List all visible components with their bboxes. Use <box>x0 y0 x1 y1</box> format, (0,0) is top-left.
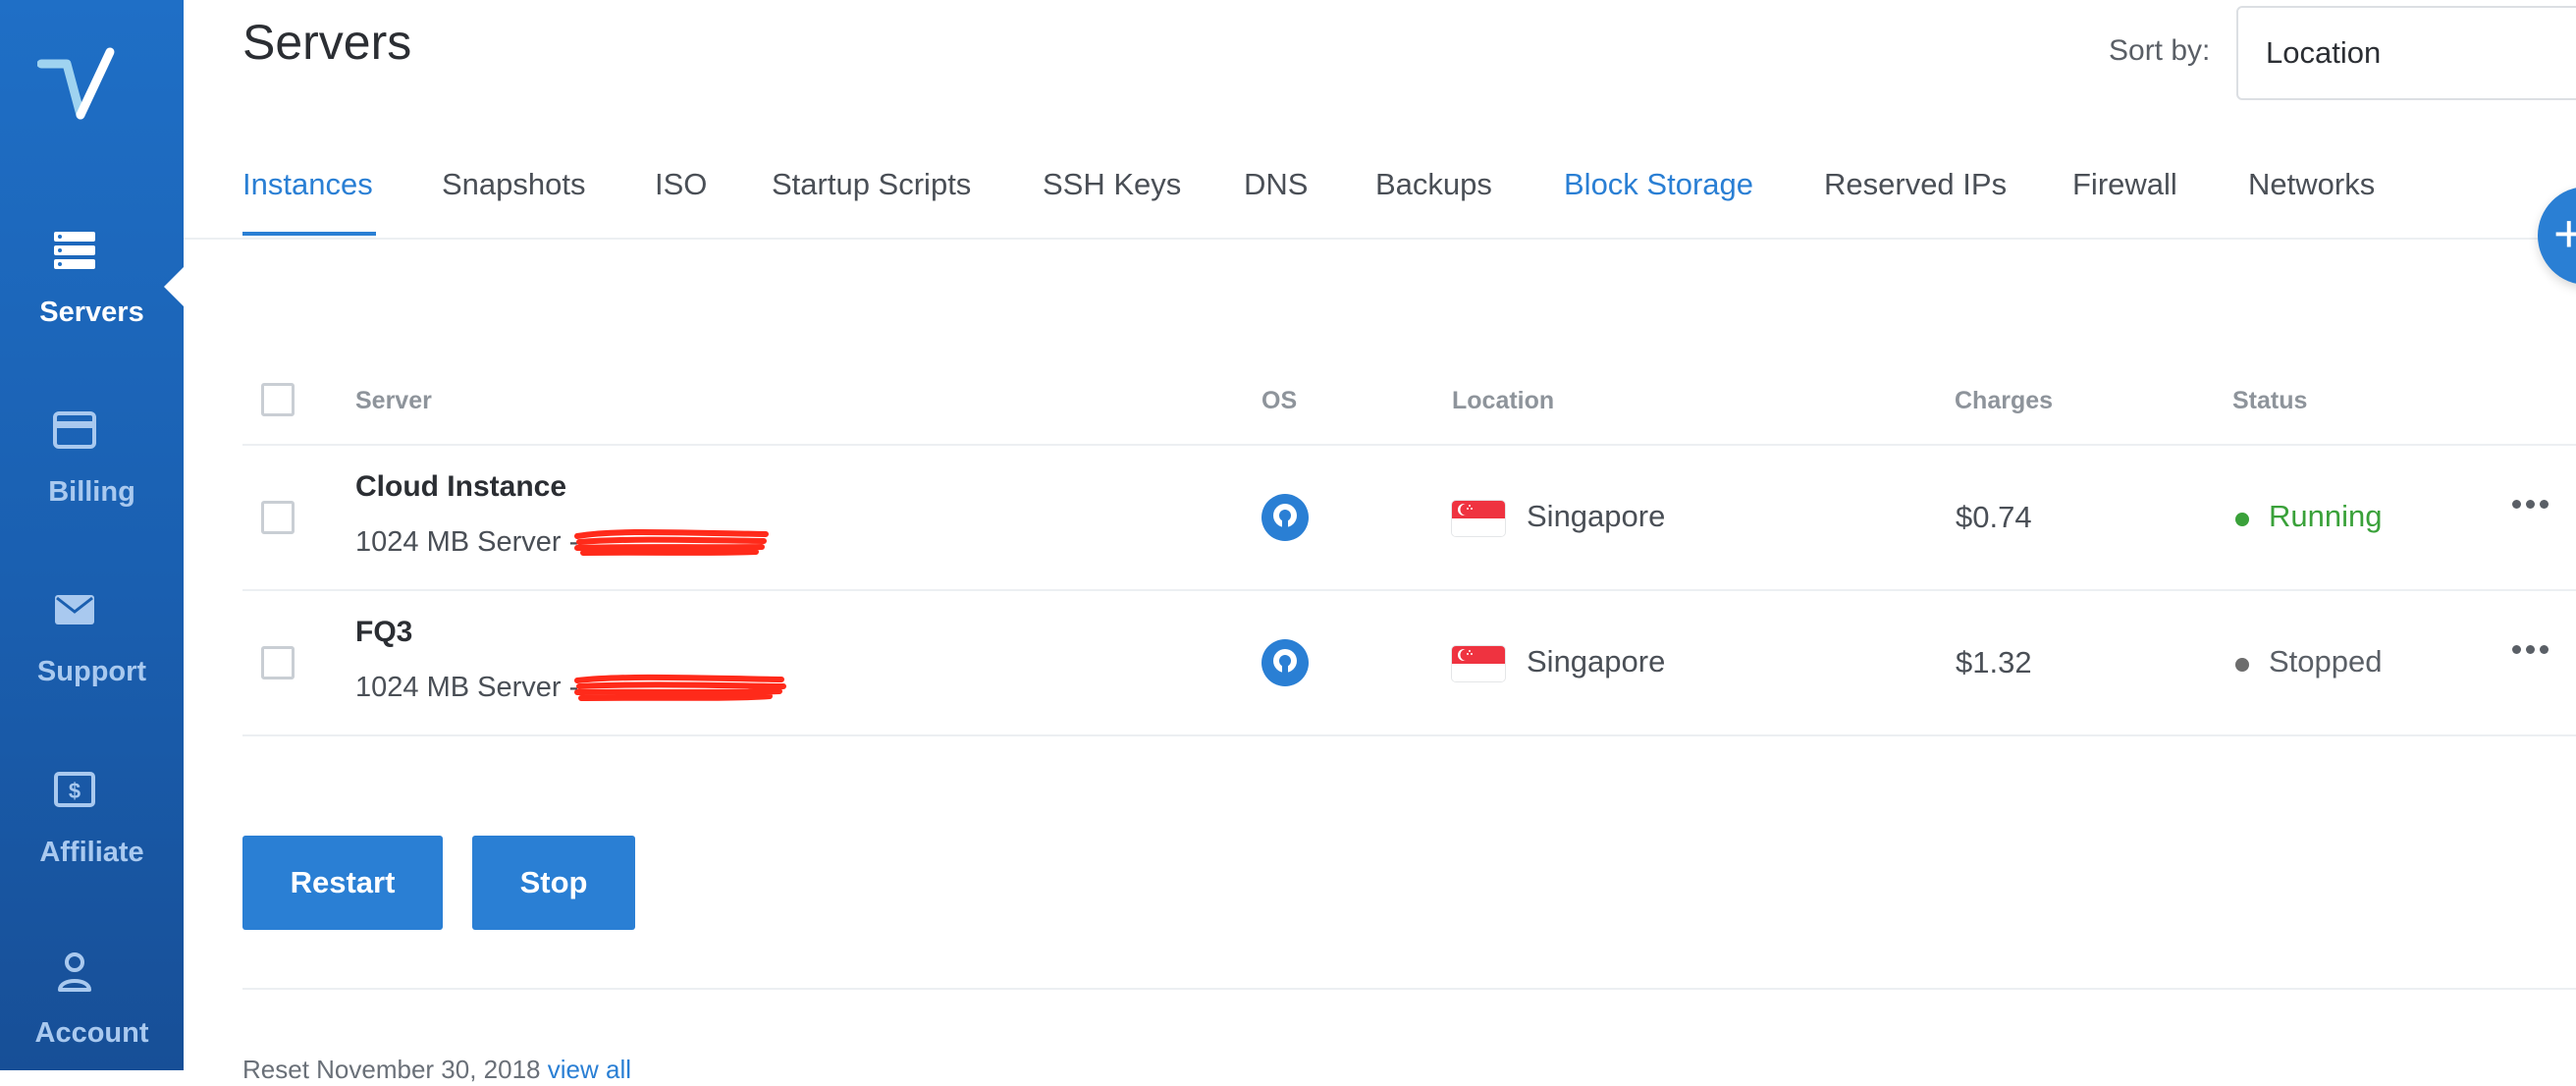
tab-instances[interactable]: Instances <box>242 167 373 202</box>
sidebar-item-label: Account <box>34 1017 149 1049</box>
charges-value: $0.74 <box>1956 500 2032 534</box>
tab-backups[interactable]: Backups <box>1375 167 1492 202</box>
singapore-flag-icon <box>1452 646 1505 681</box>
server-name[interactable]: FQ3 <box>355 616 412 649</box>
active-nav-caret <box>164 267 184 306</box>
page-title: Servers <box>242 15 412 70</box>
sidebar-item-affiliate[interactable]: $ Affiliate <box>0 768 184 905</box>
more-options-button[interactable] <box>2506 630 2555 670</box>
active-tab-underline <box>242 232 376 236</box>
server-description: 1024 MB Server - <box>355 672 579 703</box>
sidebar-item-servers[interactable]: Servers <box>0 228 184 365</box>
sort-select[interactable]: Location <box>2236 6 2576 100</box>
location-text: Singapore <box>1527 644 1666 679</box>
tab-startup-scripts[interactable]: Startup Scripts <box>772 167 971 202</box>
tab-ssh-keys[interactable]: SSH Keys <box>1043 167 1181 202</box>
openvpn-icon <box>1261 639 1309 686</box>
status-dot-running <box>2235 513 2249 526</box>
tab-firewall[interactable]: Firewall <box>2072 167 2177 202</box>
row-checkbox[interactable] <box>261 501 295 534</box>
view-all-link[interactable]: view all <box>548 1055 631 1084</box>
tab-dns[interactable]: DNS <box>1244 167 1308 202</box>
server-name[interactable]: Cloud Instance <box>355 470 566 504</box>
sidebar-item-support[interactable]: Support <box>0 587 184 725</box>
dollar-badge-icon: $ <box>54 772 95 807</box>
table-header: Server OS Location Charges Status <box>242 353 2576 446</box>
restart-button[interactable]: Restart <box>242 836 443 930</box>
footer-text: Reset November 30, 2018 <box>242 1055 541 1084</box>
redaction-scribble <box>574 674 786 701</box>
sidebar: Servers Billing Support $ Affiliate Acco… <box>0 0 184 1070</box>
sidebar-item-label: Servers <box>39 297 144 328</box>
status-text: Running <box>2269 499 2383 533</box>
credit-card-icon <box>53 411 96 449</box>
table-row[interactable]: FQ3 1024 MB Server - Singapore $1.32 Sto… <box>242 591 2576 736</box>
tabs-divider <box>184 238 2576 240</box>
location-text: Singapore <box>1527 499 1666 533</box>
sidebar-item-account[interactable]: Account <box>0 949 184 1086</box>
svg-text:$: $ <box>69 779 80 803</box>
column-header-charges[interactable]: Charges <box>1955 387 2053 415</box>
user-icon <box>58 952 91 992</box>
sort-label: Sort by: <box>2109 34 2211 67</box>
sidebar-item-label: Billing <box>48 476 135 508</box>
column-header-status[interactable]: Status <box>2232 387 2307 415</box>
singapore-flag-icon <box>1452 501 1505 536</box>
sidebar-item-label: Support <box>36 656 147 687</box>
sidebar-item-label: Affiliate <box>39 837 144 868</box>
status-text: Stopped <box>2269 644 2383 679</box>
column-header-location[interactable]: Location <box>1452 387 1554 415</box>
envelope-icon <box>55 595 94 624</box>
status-dot-stopped <box>2235 658 2249 672</box>
tab-block-storage[interactable]: Block Storage <box>1564 167 1753 202</box>
row-checkbox[interactable] <box>261 646 295 679</box>
column-header-os[interactable]: OS <box>1261 387 1297 415</box>
tab-reserved-ips[interactable]: Reserved IPs <box>1824 167 2007 202</box>
vultr-logo[interactable] <box>37 44 116 133</box>
redaction-scribble <box>574 529 769 556</box>
section-divider <box>242 988 2576 990</box>
sidebar-item-billing[interactable]: Billing <box>0 407 184 545</box>
more-options-button[interactable] <box>2506 485 2555 524</box>
server-stack-icon <box>54 232 95 269</box>
select-all-checkbox[interactable] <box>261 383 295 416</box>
column-header-server[interactable]: Server <box>355 387 432 415</box>
tab-snapshots[interactable]: Snapshots <box>442 167 586 202</box>
tab-networks[interactable]: Networks <box>2248 167 2375 202</box>
tab-iso[interactable]: ISO <box>655 167 707 202</box>
add-server-button[interactable]: + <box>2538 187 2576 285</box>
charges-value: $1.32 <box>1956 645 2032 679</box>
openvpn-icon <box>1261 494 1309 541</box>
stop-button[interactable]: Stop <box>472 836 635 930</box>
table-row[interactable]: Cloud Instance 1024 MB Server - Singapor… <box>242 446 2576 591</box>
server-description: 1024 MB Server - <box>355 526 579 558</box>
